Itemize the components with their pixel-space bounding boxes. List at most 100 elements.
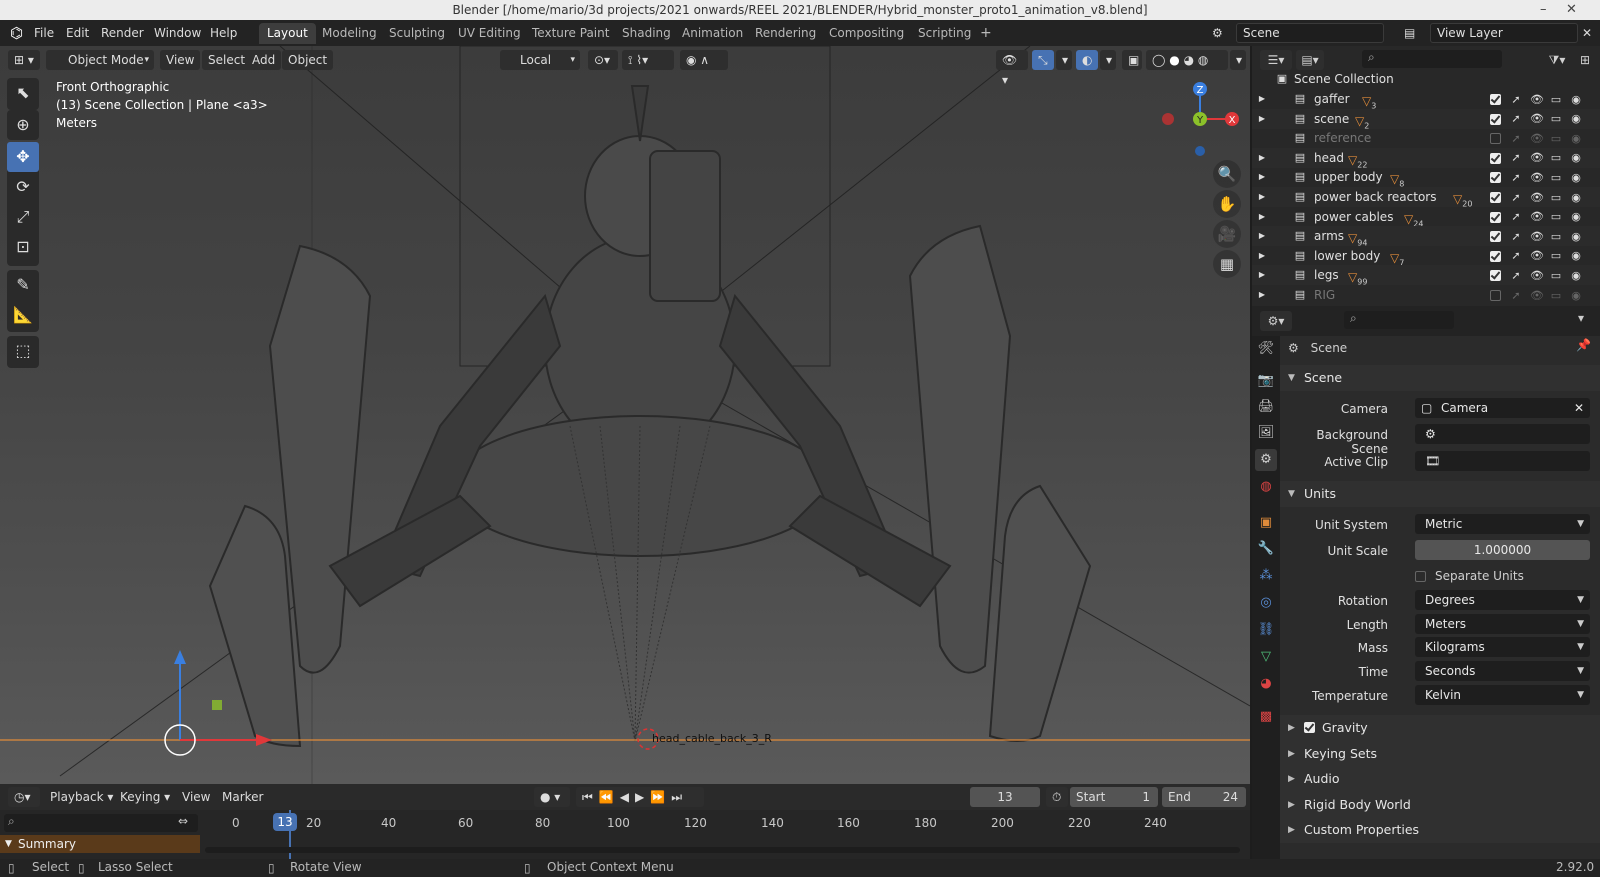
wireframe-shading-icon[interactable]: ◯	[1152, 53, 1165, 67]
pivot-icon[interactable]: ⊙▾	[588, 50, 618, 70]
summary-collapse-icon[interactable]: ▼	[5, 835, 12, 853]
zoom-icon[interactable]: 🔍	[1213, 160, 1241, 188]
select-arrow-icon[interactable]: ➚	[1510, 227, 1522, 247]
outliner-collection-row[interactable]: ▶ ▤ gaffer ▽3 ➚ 👁 ▭ ◉	[1252, 89, 1600, 110]
expand-arrow-icon[interactable]: ▶	[1256, 285, 1268, 305]
expand-arrow-icon[interactable]: ▶	[1256, 167, 1268, 187]
outliner-collection-row[interactable]: ▶ ▤ legs ▽99 ➚ 👁 ▭ ◉	[1252, 265, 1600, 287]
gizmo-dropdown-icon[interactable]: ▾	[1056, 50, 1072, 70]
menu-help[interactable]: Help	[206, 24, 241, 42]
camera-render-icon[interactable]: ◉	[1570, 129, 1582, 149]
eye-icon[interactable]: 👁	[1530, 286, 1544, 306]
exclude-checkbox[interactable]	[1490, 290, 1501, 301]
add-workspace-button[interactable]: +	[972, 23, 1000, 44]
exclude-checkbox[interactable]	[1490, 211, 1501, 223]
length-dropdown[interactable]: Meters ▼	[1415, 614, 1590, 634]
outliner-search-input[interactable]: ⌕	[1362, 50, 1502, 68]
tab-sculpting[interactable]: Sculpting	[381, 23, 453, 44]
camera-render-icon[interactable]: ◉	[1570, 227, 1582, 247]
physics-tab-icon[interactable]: ◎	[1255, 592, 1277, 614]
unit-system-dropdown[interactable]: Metric ▼	[1415, 514, 1590, 534]
gizmo-toggle-icon[interactable]: ⤡	[1032, 50, 1054, 70]
eye-icon[interactable]: 👁	[1530, 246, 1544, 266]
world-tab-icon[interactable]: ◍	[1255, 476, 1277, 498]
exclude-checkbox[interactable]	[1490, 113, 1501, 125]
tab-compositing[interactable]: Compositing	[821, 23, 912, 44]
scene-tab-icon[interactable]: ⚙	[1255, 449, 1277, 471]
camera-render-icon[interactable]: ◉	[1570, 286, 1582, 306]
timeline-sync-icon[interactable]: ⇔	[178, 814, 196, 828]
expand-arrow-icon[interactable]: ▶	[1256, 89, 1268, 109]
monitor-icon[interactable]: ▭	[1550, 188, 1562, 208]
material-tab-icon[interactable]: ◕	[1255, 673, 1277, 695]
tab-shading[interactable]: Shading	[614, 23, 679, 44]
exclude-checkbox[interactable]	[1490, 192, 1501, 203]
active-clip-field[interactable]: 🎞	[1415, 451, 1590, 471]
outliner-collection-row[interactable]: ▶ ▤ scene ▽2 ➚ 👁 ▭ ◉	[1252, 108, 1600, 130]
tool-tab-icon[interactable]: 🛠	[1255, 338, 1277, 360]
eye-icon[interactable]: 👁	[1530, 266, 1544, 286]
annotate-tool-icon[interactable]: ✎	[7, 270, 39, 300]
monitor-icon[interactable]: ▭	[1550, 109, 1562, 129]
jump-end-icon[interactable]: ⏭	[671, 790, 688, 804]
select-arrow-icon[interactable]: ➚	[1510, 168, 1522, 188]
monitor-icon[interactable]: ▭	[1550, 90, 1562, 110]
separate-units-checkbox[interactable]: Separate Units	[1415, 566, 1524, 586]
display-mode-icon[interactable]: ▤▾	[1296, 50, 1324, 70]
outliner-collection-row[interactable]: ▶ ▤ arms ▽94 ➚ 👁 ▭ ◉	[1252, 226, 1600, 248]
filter-icon[interactable]: ⧩▾	[1542, 50, 1572, 70]
custom-properties-section-header[interactable]: ▶ Custom Properties	[1280, 817, 1600, 843]
particles-tab-icon[interactable]: ⁂	[1255, 565, 1277, 587]
rotate-tool-icon[interactable]: ⟳	[7, 172, 39, 202]
scale-tool-icon[interactable]: ⤢	[7, 202, 39, 232]
properties-search-input[interactable]: ⌕	[1344, 311, 1454, 329]
properties-options-icon[interactable]: ▾	[1578, 311, 1584, 325]
timeline-search-input[interactable]: ⌕	[4, 814, 198, 832]
menu-view[interactable]: View	[160, 50, 201, 70]
playback-controls[interactable]: ⏮⏪◀▶⏩⏭	[576, 787, 704, 807]
texture-tab-icon[interactable]: ▩	[1255, 706, 1277, 728]
menu-edit[interactable]: Edit	[62, 24, 93, 42]
preview-range-icon[interactable]: ⏱	[1046, 787, 1068, 807]
summary-channel[interactable]: ▼ Summary	[0, 835, 200, 853]
camera-render-icon[interactable]: ◉	[1570, 246, 1582, 266]
monitor-icon[interactable]: ▭	[1550, 207, 1562, 227]
eye-icon[interactable]: 👁	[1530, 168, 1544, 188]
camera-render-icon[interactable]: ◉	[1570, 90, 1582, 110]
gravity-section-header[interactable]: ▶ Gravity	[1280, 715, 1600, 741]
monitor-icon[interactable]: ▭	[1550, 286, 1562, 306]
next-keyframe-icon[interactable]: ⏩	[650, 790, 671, 804]
monitor-icon[interactable]: ▭	[1550, 266, 1562, 286]
timeline-menu-keying[interactable]: Keying ▾	[114, 787, 176, 807]
outliner-collection-row[interactable]: ▶ ▤ RIG ➚ 👁 ▭ ◉	[1252, 285, 1600, 305]
menu-render[interactable]: Render	[97, 24, 148, 42]
view-layer-remove-icon[interactable]: ✕	[1578, 24, 1596, 42]
tab-layout[interactable]: Layout	[259, 23, 316, 44]
unit-scale-field[interactable]: 1.000000	[1415, 540, 1590, 560]
outliner-root[interactable]: ▣ Scene Collection	[1252, 69, 1600, 89]
exclude-checkbox[interactable]	[1490, 250, 1501, 262]
tab-texture-paint[interactable]: Texture Paint	[524, 23, 617, 44]
view-layer-selector[interactable]: View Layer	[1430, 23, 1578, 43]
tab-scripting[interactable]: Scripting	[910, 23, 979, 44]
eye-icon[interactable]: 👁	[1530, 207, 1544, 227]
close-button[interactable]: ✕	[1566, 0, 1577, 20]
eye-icon[interactable]: 👁	[1530, 90, 1544, 110]
render-tab-icon[interactable]: 📷	[1255, 370, 1277, 392]
modifier-tab-icon[interactable]: 🔧	[1255, 538, 1277, 560]
navigation-gizmo[interactable]: Z Y X	[1160, 76, 1240, 156]
expand-arrow-icon[interactable]: ▶	[1256, 207, 1268, 227]
timeline-scrollbar[interactable]	[205, 847, 1240, 853]
tab-modeling[interactable]: Modeling	[314, 23, 385, 44]
menu-object[interactable]: Object	[282, 50, 334, 70]
material-shading-icon[interactable]: ◕	[1184, 53, 1194, 67]
pan-hand-icon[interactable]: ✋	[1213, 190, 1241, 218]
3d-viewport[interactable]: ⊞ ▾ Object Mode ▾ View Select Add Object …	[0, 46, 1250, 784]
eye-icon[interactable]: 👁	[1530, 109, 1544, 129]
overlay-toggle-icon[interactable]: ◐	[1076, 50, 1098, 70]
menu-select[interactable]: Select	[202, 50, 252, 70]
pin-icon[interactable]: 📌	[1576, 338, 1591, 352]
expand-arrow-icon[interactable]: ▶	[1256, 148, 1268, 168]
scene-icon[interactable]: ⚙	[1208, 24, 1227, 42]
expand-arrow-icon[interactable]: ▶	[1256, 226, 1268, 246]
